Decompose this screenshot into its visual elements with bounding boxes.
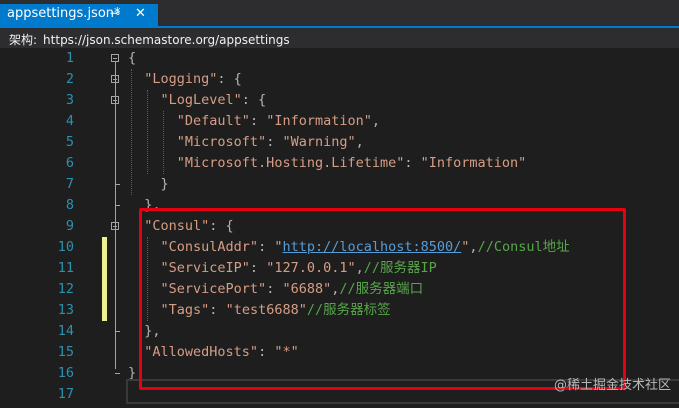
fold-end (115, 205, 120, 206)
code-text: { (128, 50, 137, 66)
line-number: 4 (65, 113, 74, 129)
fold-toggle-icon[interactable] (111, 75, 119, 83)
annotation-highlight-box (139, 208, 626, 390)
line-number: 12 (57, 281, 74, 297)
line-number: 11 (57, 260, 74, 276)
fold-end (115, 373, 120, 374)
schema-url[interactable]: https://json.schemastore.org/appsettings (43, 33, 290, 47)
line-number: 2 (65, 71, 74, 87)
indent-guide (163, 111, 164, 174)
fold-end (115, 184, 120, 185)
code-editor[interactable]: 1 { 2 "Logging": { 3 "LogLevel": { 4 "De… (0, 48, 679, 408)
tab-strip: appsettings.json* ⊸ ✕ (0, 0, 679, 26)
line-number: 1 (65, 50, 74, 66)
code-text: "Logging": { (144, 71, 242, 87)
line-number: 17 (57, 386, 74, 402)
fold-end (115, 331, 120, 332)
line-number: 16 (57, 365, 74, 381)
code-line-1[interactable]: 1 { (0, 48, 679, 69)
schema-label: 架构: (9, 33, 38, 47)
line-number: 15 (57, 344, 74, 360)
code-text: "Microsoft.Hosting.Lifetime": "Informati… (176, 155, 527, 171)
line-number: 5 (65, 134, 74, 150)
line-number: 7 (65, 176, 74, 192)
line-number: 8 (65, 197, 74, 213)
watermark-text: @稀土掘金技术社区 (553, 378, 671, 393)
code-line-5[interactable]: 5 "Microsoft": "Warning", (0, 132, 679, 153)
code-line-3[interactable]: 3 "LogLevel": { (0, 90, 679, 111)
line-number: 6 (65, 155, 74, 171)
line-number: 14 (57, 323, 74, 339)
line-number: 13 (57, 302, 74, 318)
fold-toggle-icon[interactable] (111, 222, 119, 230)
change-marker (102, 237, 107, 321)
close-icon[interactable]: ✕ (135, 6, 146, 21)
fold-toggle-icon[interactable] (111, 96, 119, 104)
code-line-4[interactable]: 4 "Default": "Information", (0, 111, 679, 132)
indent-guide (131, 69, 132, 195)
line-number: 3 (65, 92, 74, 108)
code-text: "Default": "Information", (176, 113, 381, 129)
tab-appsettings-json[interactable]: appsettings.json* ⊸ ✕ (0, 4, 158, 26)
line-number: 10 (57, 239, 74, 255)
indent-guide (147, 90, 148, 174)
code-line-7[interactable]: 7 } (0, 174, 679, 195)
fold-toggle-icon[interactable] (111, 54, 119, 62)
code-text: "LogLevel": { (160, 92, 267, 108)
tab-title: appsettings.json* (7, 6, 121, 21)
code-text: } (160, 176, 169, 192)
fold-guide (115, 62, 116, 369)
code-line-6[interactable]: 6 "Microsoft.Hosting.Lifetime": "Informa… (0, 153, 679, 174)
pin-icon[interactable]: ⊸ (110, 6, 120, 20)
schema-bar: 架构: https://json.schemastore.org/appsetti… (0, 28, 679, 48)
line-number: 9 (65, 218, 74, 234)
code-line-2[interactable]: 2 "Logging": { (0, 69, 679, 90)
